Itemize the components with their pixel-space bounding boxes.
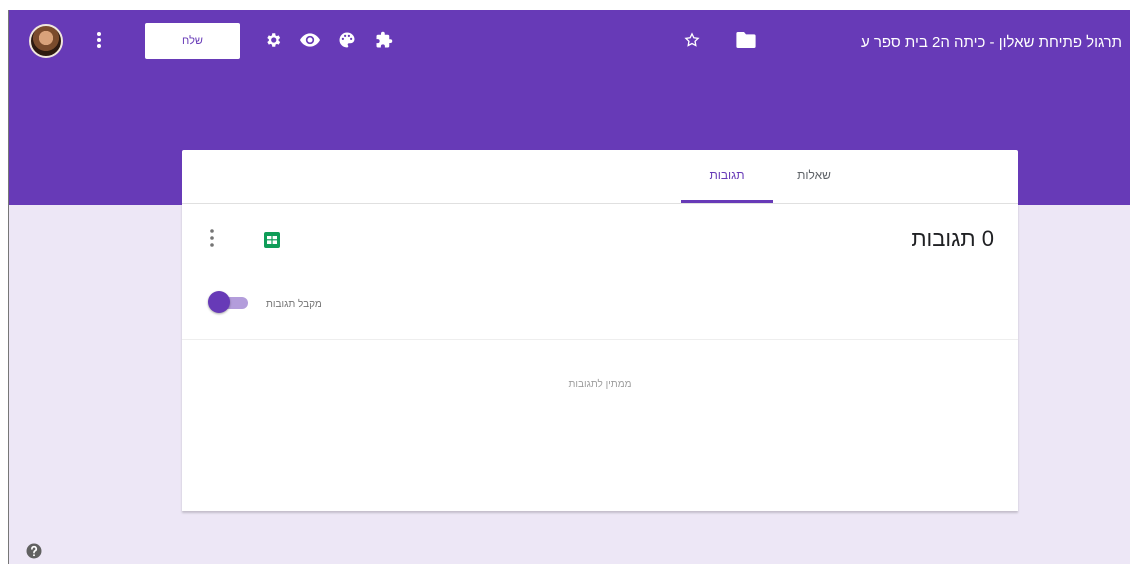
eye-icon[interactable]: [296, 26, 324, 54]
more-vert-icon[interactable]: [85, 26, 113, 54]
tab-responses[interactable]: תגובות: [681, 168, 773, 204]
response-count: 0 תגובות: [911, 226, 994, 251]
send-button[interactable]: שלח: [145, 23, 240, 59]
puzzle-icon[interactable]: [370, 26, 398, 54]
form-title[interactable]: תרגול פתיחת שאלון - כיתה ה2 בית ספר ע: [861, 34, 1122, 51]
folder-icon[interactable]: [732, 26, 760, 54]
star-icon[interactable]: [678, 26, 706, 54]
divider: [182, 339, 1018, 340]
sheets-icon[interactable]: [264, 232, 280, 248]
avatar[interactable]: [29, 24, 63, 58]
app-window: שלח תרגול פתיחת שאלון - כיתה ה2 בית ספר …: [8, 10, 1130, 564]
responses-card: 0 תגובות מקבל תגובות ממתין לתגובות: [182, 203, 1018, 511]
accepting-responses-toggle[interactable]: [208, 291, 252, 315]
tab-questions[interactable]: שאלות: [778, 168, 850, 204]
empty-state-message: ממתין לתגובות: [568, 379, 632, 390]
help-icon[interactable]: [25, 542, 43, 560]
gear-icon[interactable]: [259, 26, 287, 54]
card-more-vert-icon[interactable]: [204, 226, 220, 250]
palette-icon[interactable]: [333, 26, 361, 54]
tabs-card: שאלות תגובות: [182, 150, 1018, 204]
accepting-responses-label: מקבל תגובות: [266, 299, 322, 310]
